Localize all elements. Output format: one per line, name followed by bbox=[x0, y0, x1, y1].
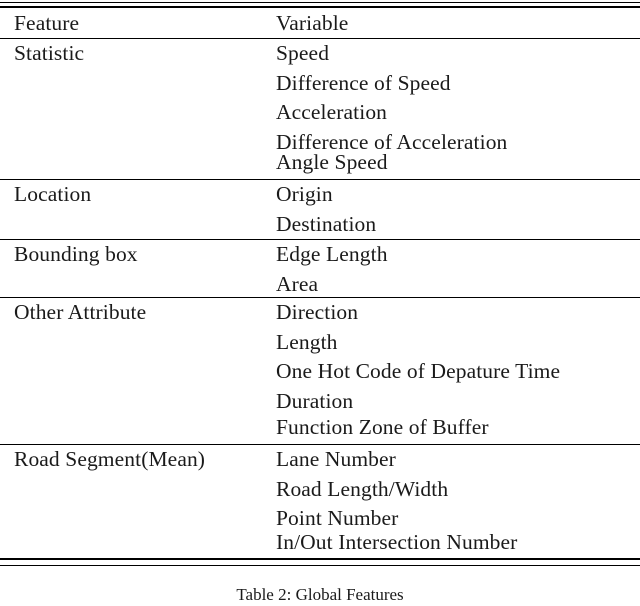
table-row: Length bbox=[0, 328, 640, 358]
table-row: Destination bbox=[0, 210, 640, 240]
table-header-row: Feature Variable bbox=[0, 9, 640, 39]
group-label-road-segment: Road Segment(Mean) bbox=[14, 447, 206, 471]
table-row: Difference of Speed bbox=[0, 69, 640, 99]
variable-cell: Area bbox=[276, 271, 319, 296]
table-row: Other Attribute Direction bbox=[0, 298, 640, 328]
table-row: One Hot Code of Depature Time bbox=[0, 357, 640, 387]
group-label-bounding-box: Bounding box bbox=[14, 242, 138, 266]
variable-cell: Length bbox=[276, 329, 338, 354]
variable-cell: Duration bbox=[276, 388, 354, 413]
header-cell-feature: Feature bbox=[14, 11, 80, 35]
variable-cell: Destination bbox=[276, 211, 377, 236]
group-label-location: Location bbox=[14, 182, 92, 206]
variable-cell: Lane Number bbox=[276, 447, 396, 471]
table-row: Angle Speed bbox=[0, 148, 640, 178]
variable-cell: Road Length/Width bbox=[276, 476, 449, 501]
header-cell-variable: Variable bbox=[276, 11, 349, 35]
table-page: Feature Variable Statistic Speed Differe… bbox=[0, 0, 640, 604]
variable-cell: Origin bbox=[276, 182, 333, 206]
table-row: Road Length/Width bbox=[0, 475, 640, 505]
variable-cell: Function Zone of Buffer bbox=[276, 415, 489, 440]
table-caption: Table 2: Global Features bbox=[236, 585, 404, 604]
table-row: Acceleration bbox=[0, 98, 640, 128]
group-label-other-attribute: Other Attribute bbox=[14, 300, 147, 324]
table-top-rule-inner bbox=[0, 6, 640, 8]
table-row: Road Segment(Mean) Lane Number bbox=[0, 445, 640, 475]
variable-cell: Direction bbox=[276, 300, 359, 324]
variable-cell: Difference of Speed bbox=[276, 70, 451, 95]
table-row: Statistic Speed bbox=[0, 39, 640, 69]
table-row: Function Zone of Buffer bbox=[0, 413, 640, 443]
variable-cell: Edge Length bbox=[276, 242, 388, 266]
table-row: In/Out Intersection Number bbox=[0, 528, 640, 558]
table-row: Duration bbox=[0, 387, 640, 417]
variable-cell: Acceleration bbox=[276, 100, 388, 125]
table-bottom-rule-outer bbox=[0, 565, 640, 566]
table-bottom-rule-inner bbox=[0, 558, 640, 560]
group-label-statistic: Statistic bbox=[14, 41, 85, 65]
table-row: Bounding box Edge Length bbox=[0, 240, 640, 270]
variable-cell: Angle Speed bbox=[276, 150, 388, 175]
table-top-rule-outer bbox=[0, 2, 640, 3]
variable-cell: One Hot Code of Depature Time bbox=[276, 359, 561, 384]
table-row: Area bbox=[0, 270, 640, 300]
variable-cell: Speed bbox=[276, 41, 330, 65]
table-row: Location Origin bbox=[0, 180, 640, 210]
variable-cell: In/Out Intersection Number bbox=[276, 529, 518, 554]
